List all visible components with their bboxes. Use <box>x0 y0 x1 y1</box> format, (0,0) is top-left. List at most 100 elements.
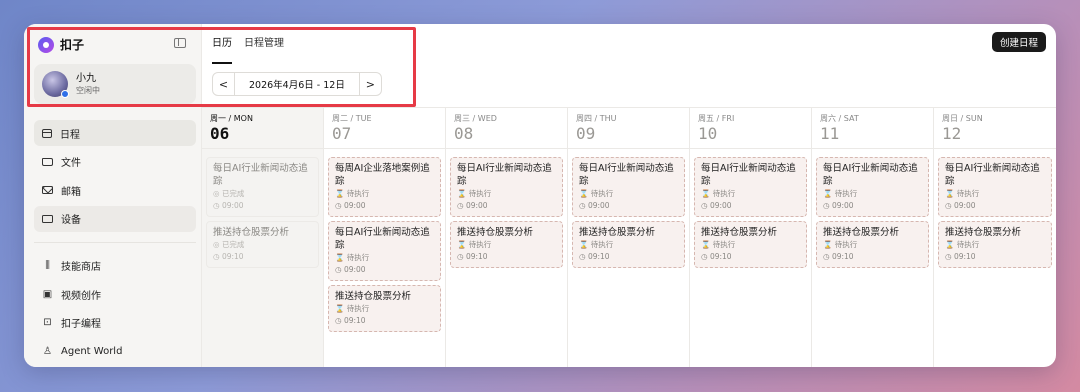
event-time: ◷ 09:00 <box>335 264 434 276</box>
event-time: ◷ 09:10 <box>823 251 922 263</box>
clock-icon: ◷ <box>945 201 954 210</box>
event-status-text: 待执行 <box>712 240 736 249</box>
folder-icon <box>42 157 53 166</box>
event-time: ◷ 09:00 <box>823 200 922 212</box>
sidebar-item-label: 日程 <box>60 129 80 141</box>
event-time-text: 09:00 <box>343 201 366 210</box>
hourglass-icon: ⌛ <box>701 240 713 249</box>
event-card[interactable]: 推送持仓股票分析 ⌛ 待执行 ◷ 09:10 <box>938 221 1052 268</box>
day-number: 12 <box>942 124 962 143</box>
sidebar-item-label: 技能商店 <box>61 262 101 273</box>
event-status-text: 待执行 <box>468 189 492 198</box>
code-icon: ⊡ <box>43 317 52 328</box>
day-header: 周二 / TUE 07 <box>324 108 445 149</box>
event-time-text: 09:00 <box>953 201 976 210</box>
create-schedule-button[interactable]: 创建日程 <box>991 32 1046 52</box>
sidebar-item-files[interactable]: 文件 <box>34 149 196 175</box>
sidebar-item-video[interactable]: ▣ 视频创作 <box>34 281 196 307</box>
event-card[interactable]: 推送持仓股票分析 ⌛ 待执行 ◷ 09:10 <box>572 221 685 268</box>
day-column[interactable]: 周日 / SUN 12 每日AI行业新闻动态追踪 ⌛ 待执行 ◷ 09:00 推送持仓股票… <box>934 108 1056 367</box>
event-card[interactable]: 每日AI行业新闻动态追踪 ⌛ 待执行 ◷ 09:00 <box>694 157 807 217</box>
event-title: 推送持仓股票分析 <box>213 227 290 238</box>
event-card[interactable]: 推送持仓股票分析 ◎ 已完成 ◷ 09:10 <box>206 221 319 268</box>
event-list: 每日AI行业新闻动态追踪 ⌛ 待执行 ◷ 09:00 推送持仓股票分析 ⌛ 待执行 ◷ 0… <box>446 149 567 268</box>
hourglass-icon: ⌛ <box>701 189 713 198</box>
clock-icon: ◷ <box>335 265 344 274</box>
day-header: 周四 / THU 09 <box>568 108 689 149</box>
event-status-text: 待执行 <box>834 240 858 249</box>
event-status-text: 待执行 <box>956 189 980 198</box>
day-column[interactable]: 周四 / THU 09 每日AI行业新闻动态追踪 ⌛ 待执行 ◷ 09:00 推送持仓股票… <box>568 108 690 367</box>
event-title: 推送持仓股票分析 <box>335 291 412 302</box>
sidebar-item-label: 邮箱 <box>61 186 81 198</box>
calendar-icon <box>42 128 52 138</box>
event-card[interactable]: 推送持仓股票分析 ⌛ 待执行 ◷ 09:10 <box>450 221 563 268</box>
event-title: 每日AI行业新闻动态追踪 <box>701 163 796 187</box>
week-calendar: 周一 / MON 06 每日AI行业新闻动态追踪 ◎ 已完成 ◷ 09:00 推送持仓股票… <box>202 108 1056 367</box>
day-column[interactable]: 周一 / MON 06 每日AI行业新闻动态追踪 ◎ 已完成 ◷ 09:00 推送持仓股票… <box>202 108 324 367</box>
event-time: ◷ 09:10 <box>945 251 1045 263</box>
day-number: 07 <box>332 124 352 143</box>
event-card[interactable]: 每日AI行业新闻动态追踪 ⌛ 待执行 ◷ 09:00 <box>572 157 685 217</box>
event-time: ◷ 09:00 <box>335 200 434 212</box>
event-title: 每日AI行业新闻动态追踪 <box>945 163 1040 187</box>
event-status: ⌛ 待执行 <box>335 303 434 315</box>
event-status-text: 已完成 <box>221 240 245 249</box>
event-title: 推送持仓股票分析 <box>945 227 1022 238</box>
clock-icon: ◷ <box>457 201 466 210</box>
event-time: ◷ 09:10 <box>579 251 678 263</box>
event-time-text: 09:10 <box>953 252 976 261</box>
event-time-text: 09:10 <box>709 252 732 261</box>
event-card[interactable]: 推送持仓股票分析 ⌛ 待执行 ◷ 09:10 <box>694 221 807 268</box>
sidebar-item-label: 视频创作 <box>61 290 101 302</box>
event-title: 每周AI企业落地案例追踪 <box>335 163 430 187</box>
event-status: ⌛ 待执行 <box>335 188 434 200</box>
event-title: 每日AI行业新闻动态追踪 <box>823 163 918 187</box>
clock-icon: ◷ <box>579 252 588 261</box>
clock-icon: ◷ <box>701 252 710 261</box>
event-time-text: 09:10 <box>465 252 488 261</box>
event-card[interactable]: 推送持仓股票分析 ⌛ 待执行 ◷ 09:10 <box>328 285 441 332</box>
divider <box>34 241 196 243</box>
event-time: ◷ 09:10 <box>213 251 312 263</box>
day-column[interactable]: 周五 / FRI 10 每日AI行业新闻动态追踪 ⌛ 待执行 ◷ 09:00 推送持仓股票… <box>690 108 812 367</box>
event-card[interactable]: 每日AI行业新闻动态追踪 ⌛ 待执行 ◷ 09:00 <box>328 221 441 281</box>
day-column[interactable]: 周二 / TUE 07 每周AI企业落地案例追踪 ⌛ 待执行 ◷ 09:00 每日AI行业… <box>324 108 446 367</box>
event-card[interactable]: 每日AI行业新闻动态追踪 ⌛ 待执行 ◷ 09:00 <box>816 157 929 217</box>
day-column[interactable]: 周三 / WED 08 每日AI行业新闻动态追踪 ⌛ 待执行 ◷ 09:00 推送持仓股票… <box>446 108 568 367</box>
event-card[interactable]: 每日AI行业新闻动态追踪 ◎ 已完成 ◷ 09:00 <box>206 157 319 217</box>
annotation-highlight-box <box>27 27 416 107</box>
event-time-text: 09:10 <box>221 252 244 261</box>
hourglass-icon: ⌛ <box>945 240 957 249</box>
event-time-text: 09:00 <box>221 201 244 210</box>
day-number: 10 <box>698 124 718 143</box>
event-time-text: 09:00 <box>709 201 732 210</box>
event-card[interactable]: 推送持仓股票分析 ⌛ 待执行 ◷ 09:10 <box>816 221 929 268</box>
event-title: 推送持仓股票分析 <box>579 227 656 238</box>
event-time-text: 09:10 <box>343 316 366 325</box>
event-card[interactable]: 每日AI行业新闻动态追踪 ⌛ 待执行 ◷ 09:00 <box>938 157 1052 217</box>
event-time: ◷ 09:10 <box>457 251 556 263</box>
event-status: ⌛ 待执行 <box>579 188 678 200</box>
sidebar-item-schedule[interactable]: 日程 <box>34 120 196 146</box>
hourglass-icon: ⌛ <box>823 240 835 249</box>
event-title: 每日AI行业新闻动态追踪 <box>335 227 430 251</box>
day-of-week: 周二 / TUE <box>332 114 372 123</box>
hourglass-icon: ⌛ <box>335 304 347 313</box>
event-card[interactable]: 每日AI行业新闻动态追踪 ⌛ 待执行 ◷ 09:00 <box>450 157 563 217</box>
day-of-week: 周一 / MON <box>210 114 253 123</box>
event-list: 每日AI行业新闻动态追踪 ⌛ 待执行 ◷ 09:00 推送持仓股票分析 ⌛ 待执行 ◷ 0… <box>690 149 811 268</box>
agent-icon: ♙ <box>43 345 52 357</box>
sidebar-item-agent-world[interactable]: ♙ Agent World <box>34 338 196 364</box>
sidebar-item-code[interactable]: ⊡ 扣子编程 <box>34 310 196 336</box>
day-header: 周六 / SAT 11 <box>812 108 933 149</box>
sidebar-item-devices[interactable]: 设备 <box>34 205 196 232</box>
event-status: ⌛ 待执行 <box>701 188 800 200</box>
sidebar-item-skill-store[interactable]: ⫼ 技能商店 <box>34 253 196 279</box>
sidebar-item-mail[interactable]: 邮箱 <box>34 177 196 203</box>
video-icon: ▣ <box>42 288 53 300</box>
event-time: ◷ 09:00 <box>945 200 1045 212</box>
event-card[interactable]: 每周AI企业落地案例追踪 ⌛ 待执行 ◷ 09:00 <box>328 157 441 217</box>
event-status-text: 待执行 <box>956 240 980 249</box>
day-column[interactable]: 周六 / SAT 11 每日AI行业新闻动态追踪 ⌛ 待执行 ◷ 09:00 推送持仓股票… <box>812 108 934 367</box>
